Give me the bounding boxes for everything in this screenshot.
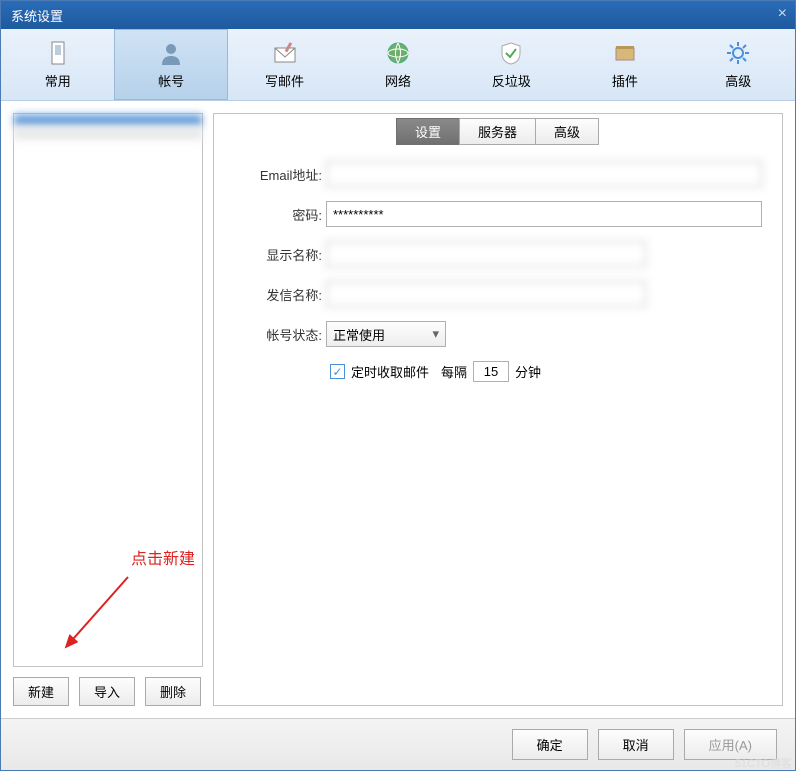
list-item[interactable] — [14, 114, 202, 127]
toolbar-label: 帐号 — [158, 71, 184, 90]
email-field[interactable] — [326, 161, 762, 187]
toolbar-label: 网络 — [385, 71, 411, 90]
close-icon[interactable]: × — [778, 5, 787, 23]
tab-server[interactable]: 服务器 — [459, 118, 536, 145]
tab-advanced[interactable]: 高级 — [535, 118, 599, 145]
toolbar-antispam[interactable]: 反垃圾 — [455, 29, 568, 100]
toolbar-compose[interactable]: 写邮件 — [228, 29, 341, 100]
shield-icon — [497, 39, 525, 67]
compose-icon — [271, 39, 299, 67]
import-button[interactable]: 导入 — [79, 677, 135, 706]
delete-button[interactable]: 删除 — [145, 677, 201, 706]
ok-button[interactable]: 确定 — [512, 729, 588, 760]
toolbar-advanced[interactable]: 高级 — [682, 29, 795, 100]
cancel-button[interactable]: 取消 — [598, 729, 674, 760]
password-field[interactable] — [326, 201, 762, 227]
toolbar-plugin[interactable]: 插件 — [568, 29, 681, 100]
password-label: 密码: — [234, 205, 326, 224]
sender-label: 发信名称: — [234, 285, 326, 304]
plugin-icon — [611, 39, 639, 67]
toolbar-label: 反垃圾 — [492, 71, 531, 90]
status-value: 正常使用 — [333, 325, 385, 344]
toolbar-account[interactable]: 帐号 — [114, 29, 227, 100]
globe-icon — [384, 39, 412, 67]
tab-settings[interactable]: 设置 — [396, 118, 460, 145]
toolbar-label: 插件 — [612, 71, 638, 90]
interval-unit: 分钟 — [515, 362, 541, 381]
display-label: 显示名称: — [234, 245, 326, 264]
timer-checkbox[interactable]: ✓ — [330, 364, 345, 379]
user-icon — [157, 39, 185, 67]
toolbar-network[interactable]: 网络 — [341, 29, 454, 100]
new-button[interactable]: 新建 — [13, 677, 69, 706]
titlebar: 系统设置 × — [1, 1, 795, 29]
toolbar: 常用 帐号 写邮件 网络 反垃圾 插件 高级 — [1, 29, 795, 101]
account-list[interactable] — [13, 113, 203, 667]
sender-name-field[interactable] — [326, 281, 646, 307]
status-select[interactable]: 正常使用 ▾ — [326, 321, 446, 347]
toolbar-label: 高级 — [725, 71, 751, 90]
chevron-down-icon: ▾ — [432, 326, 439, 342]
gear-icon — [724, 39, 752, 67]
watermark: 51CTO博客 — [735, 755, 792, 771]
toolbar-common[interactable]: 常用 — [1, 29, 114, 100]
interval-label: 每隔 — [441, 362, 467, 381]
email-label: Email地址: — [234, 165, 326, 184]
interval-field[interactable] — [473, 361, 509, 382]
status-label: 帐号状态: — [234, 325, 326, 344]
toolbar-label: 常用 — [45, 71, 71, 90]
toolbar-label: 写邮件 — [265, 71, 304, 90]
common-icon — [44, 39, 72, 67]
display-name-field[interactable] — [326, 241, 646, 267]
window-title: 系统设置 — [11, 6, 63, 25]
list-item[interactable] — [14, 127, 202, 140]
timer-check-label: 定时收取邮件 — [351, 362, 429, 381]
